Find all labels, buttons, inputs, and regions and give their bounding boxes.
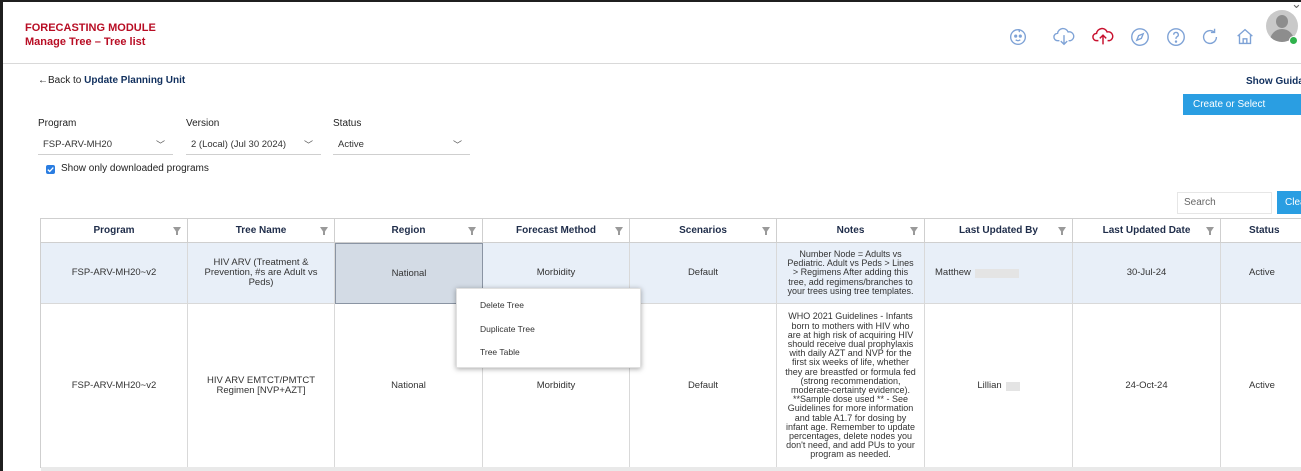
refresh-icon[interactable]	[1199, 26, 1221, 48]
column-header-label: Scenarios	[679, 225, 727, 236]
status-value: Active	[1249, 267, 1275, 278]
sync-down-icon[interactable]	[1053, 26, 1075, 48]
version-select-value: 2 (Local) (Jul 30 2024)	[191, 139, 287, 150]
context-menu: Delete Tree Duplicate Tree Tree Table	[456, 288, 641, 368]
version-select[interactable]: 2 (Local) (Jul 30 2024) ﹀	[186, 135, 321, 155]
column-header-notes[interactable]: Notes	[777, 219, 925, 243]
table-row[interactable]: FSP-ARV-MH20~v2 HIV ARV EMTCT/PMTCT Regi…	[41, 304, 1301, 469]
filter-icon[interactable]	[468, 227, 476, 235]
status-label: Status	[333, 118, 362, 129]
filter-icon[interactable]	[762, 227, 770, 235]
filter-icon[interactable]	[615, 227, 623, 235]
cell-notes: Number Node = Adults vs Pediatric. Adult…	[777, 243, 925, 304]
tree-list-table: Program Tree Name Region Forecast Method…	[40, 218, 1301, 469]
back-text: Back to	[48, 75, 85, 86]
page-title: Manage Tree – Tree list	[25, 36, 146, 48]
redacted-surname	[1005, 381, 1020, 391]
module-title: FORECASTING MODULE	[25, 22, 156, 34]
column-header-region[interactable]: Region	[335, 219, 483, 243]
filter-icon[interactable]	[320, 227, 328, 235]
column-header-label: Region	[391, 225, 426, 236]
search-input[interactable]: Search	[1177, 192, 1272, 214]
compass-icon[interactable]	[1129, 26, 1151, 48]
cell-last-updated-by: Matthew	[925, 243, 1073, 304]
filter-icon[interactable]	[1206, 227, 1214, 235]
column-header-program[interactable]: Program	[41, 219, 188, 243]
user-name: Matthew	[935, 267, 971, 278]
show-guidance-link[interactable]: Show Guidance	[1246, 76, 1301, 87]
program-select-value: FSP-ARV-MH20	[43, 139, 112, 150]
help-icon[interactable]	[1165, 26, 1187, 48]
downloaded-only-label: Show only downloaded programs	[61, 163, 209, 174]
menu-item-tree-table[interactable]: Tree Table	[480, 347, 520, 357]
baby-icon[interactable]	[1007, 26, 1029, 48]
filter-icon[interactable]	[173, 227, 181, 235]
cell-program: FSP-ARV-MH20~v2	[41, 243, 188, 304]
column-header-label: Last Updated By	[959, 225, 1038, 236]
back-target: Update Planning Unit	[84, 75, 186, 86]
column-header-label: Last Updated Date	[1102, 225, 1191, 236]
cell-tree-name: HIV ARV EMTCT/PMTCT Regimen [NVP+AZT]	[188, 304, 335, 469]
column-header-label: Forecast Method	[515, 225, 596, 236]
online-status-dot	[1289, 36, 1298, 45]
filter-icon[interactable]	[1058, 227, 1066, 235]
table-row[interactable]: FSP-ARV-MH20~v2 HIV ARV (Treatment & Pre…	[41, 243, 1301, 304]
filter-icon[interactable]	[910, 227, 918, 235]
program-select[interactable]: FSP-ARV-MH20 ﹀	[38, 135, 173, 155]
cell-tree-name: HIV ARV (Treatment & Prevention, #s are …	[188, 243, 335, 304]
cell-scenarios: Default	[630, 243, 777, 304]
app-header: FORECASTING MODULE Manage Tree – Tree li…	[3, 14, 1301, 64]
column-header-label: Status	[1249, 225, 1280, 236]
back-arrow-icon: ←	[38, 75, 48, 86]
cell-status[interactable]: Active﹀	[1221, 304, 1301, 469]
horizontal-scrollbar[interactable]	[41, 467, 1301, 471]
cell-status[interactable]: Active﹀	[1221, 243, 1301, 304]
cell-notes: WHO 2021 Guidelines - Infants born to mo…	[777, 304, 925, 469]
column-header-label: Tree Name	[235, 225, 287, 236]
column-header-label: Program	[93, 225, 135, 236]
downloaded-only-checkbox[interactable]	[46, 165, 55, 174]
column-header-last-updated-by[interactable]: Last Updated By	[925, 219, 1073, 243]
cell-program: FSP-ARV-MH20~v2	[41, 304, 188, 469]
window-restore-icon[interactable]: ⌄	[1291, 2, 1301, 12]
create-or-select-button[interactable]: Create or Select	[1183, 94, 1301, 115]
avatar-head	[1276, 15, 1288, 28]
program-label: Program	[38, 118, 77, 129]
cell-scenarios: Default	[630, 304, 777, 469]
back-link[interactable]: ←Back to Update Planning Unit	[38, 75, 185, 86]
status-select[interactable]: Active ﹀	[333, 135, 470, 155]
status-select-value: Active	[338, 139, 364, 150]
chevron-down-icon: ﹀	[155, 140, 165, 150]
user-name: Lillian	[977, 380, 1002, 391]
column-header-status[interactable]: Status	[1221, 219, 1301, 243]
column-header-last-updated-date[interactable]: Last Updated Date	[1073, 219, 1221, 243]
status-value: Active	[1249, 380, 1275, 391]
cloud-upload-icon[interactable]	[1092, 26, 1114, 48]
cell-last-updated-by: Lillian	[925, 304, 1073, 469]
version-label: Version	[186, 118, 220, 129]
clear-button[interactable]: Clear	[1277, 191, 1301, 214]
app-window: ⌄ ☐ ⋮ ⌄ FORECASTING MODULE Manage Tree –…	[0, 0, 1301, 471]
menu-item-delete-tree[interactable]: Delete Tree	[480, 300, 524, 310]
chevron-down-icon: ﹀	[303, 140, 313, 150]
chevron-down-icon: ﹀	[452, 140, 462, 150]
column-header-label: Notes	[836, 225, 865, 236]
home-icon[interactable]	[1234, 26, 1256, 48]
redacted-surname	[974, 268, 1019, 278]
column-header-forecast-method[interactable]: Forecast Method	[483, 219, 630, 243]
column-header-scenarios[interactable]: Scenarios	[630, 219, 777, 243]
column-header-tree-name[interactable]: Tree Name	[188, 219, 335, 243]
cell-last-updated-date: 30-Jul-24	[1073, 243, 1221, 304]
cell-last-updated-date: 24-Oct-24	[1073, 304, 1221, 469]
menu-item-duplicate-tree[interactable]: Duplicate Tree	[480, 324, 535, 334]
